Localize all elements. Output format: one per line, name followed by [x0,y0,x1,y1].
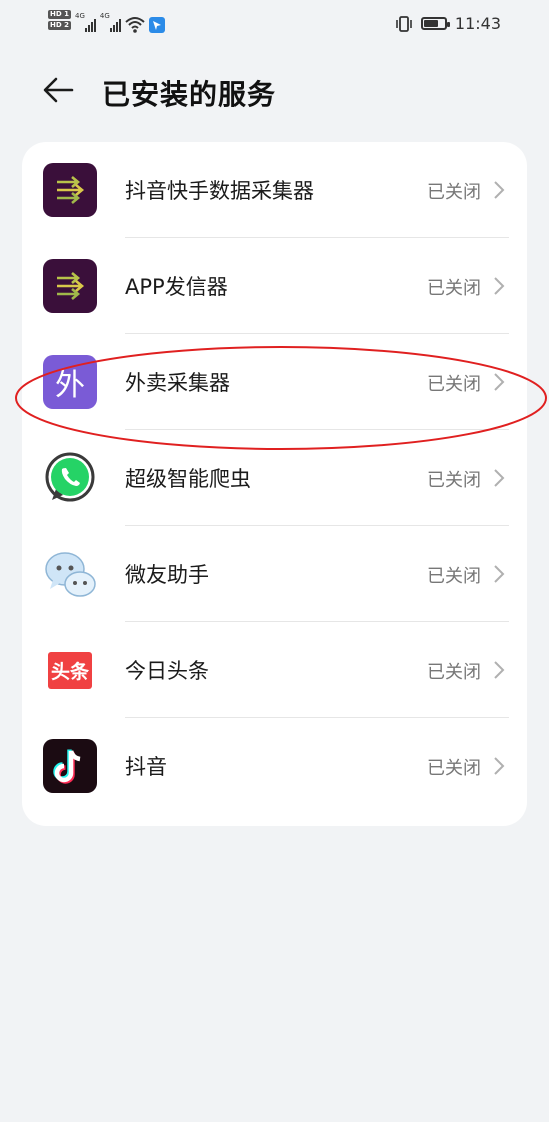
service-status: 已关闭 [427,470,481,491]
list-item-douyin[interactable]: 抖音 已关闭 [22,718,527,814]
service-status: 已关闭 [427,758,481,779]
list-item-douyin-kuaishou-collector[interactable]: 抖音快手数据采集器 已关闭 [22,142,527,238]
status-right: 11:43 [395,14,501,33]
arrows-purple-icon [43,163,97,217]
list-item-weiyou-assistant[interactable]: 微友助手 已关闭 [22,526,527,622]
location-app-icon [148,17,165,33]
services-list: 抖音快手数据采集器 已关闭 APP发信器 已关闭 外 外卖采集器 已关闭 超级智… [22,142,527,826]
status-left: HD 1 HD 2 4G 4G [48,10,165,34]
hd-2-icon: HD 2 [48,21,71,30]
service-status: 已关闭 [427,374,481,395]
clock: 11:43 [454,14,501,33]
service-name: 今日头条 [125,659,209,683]
whatsapp-icon [43,451,97,505]
chevron-right-icon [494,469,505,487]
wai-char-icon-text: 外 [55,368,85,403]
hd-indicators: HD 1 HD 2 [48,10,71,30]
chat-bubbles-icon [43,547,97,601]
list-item-toutiao[interactable]: 头条 今日头条 已关闭 [22,622,527,718]
toutiao-icon: 头条 [43,643,97,697]
battery-icon [420,17,450,30]
chevron-right-icon [494,277,505,295]
service-name: 抖音快手数据采集器 [125,179,314,203]
back-arrow-icon[interactable] [40,72,76,108]
list-item-takeout-collector[interactable]: 外 外卖采集器 已关闭 [22,334,527,430]
tiktok-icon [43,739,97,793]
page-title: 已安装的服务 [102,78,277,111]
wifi-icon [125,17,145,33]
service-name: 抖音 [125,755,167,779]
chevron-right-icon [494,181,505,199]
chevron-right-icon [494,565,505,583]
service-name: 外卖采集器 [125,371,230,395]
service-name: 微友助手 [125,563,209,587]
arrows-purple-icon [43,259,97,313]
signal-1-icon: 4G [75,10,96,32]
service-status: 已关闭 [427,662,481,683]
service-status: 已关闭 [427,278,481,299]
chevron-right-icon [494,661,505,679]
service-name: 超级智能爬虫 [125,467,251,491]
chevron-right-icon [494,757,505,775]
wai-char-icon: 外 [43,355,97,409]
chevron-right-icon [494,373,505,391]
signal-2-icon: 4G [100,10,121,32]
list-item-super-crawler[interactable]: 超级智能爬虫 已关闭 [22,430,527,526]
app-header: 已安装的服务 [0,60,549,120]
service-status: 已关闭 [427,182,481,203]
service-name: APP发信器 [125,275,228,299]
list-item-app-sender[interactable]: APP发信器 已关闭 [22,238,527,334]
status-bar: HD 1 HD 2 4G 4G 11:43 [0,0,549,50]
toutiao-icon-text: 头条 [47,651,92,689]
service-status: 已关闭 [427,566,481,587]
hd-1-icon: HD 1 [48,10,71,19]
vibrate-icon [396,15,412,32]
